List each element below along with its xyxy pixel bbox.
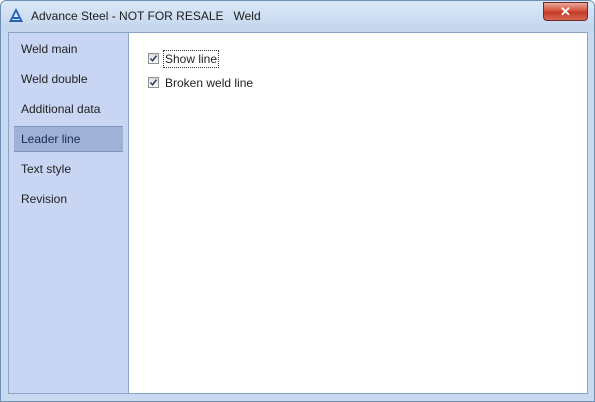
show-line-label[interactable]: Show line <box>162 50 220 68</box>
title-bar[interactable]: Advance Steel - NOT FOR RESALE Weld ✕ <box>1 1 594 31</box>
sidebar-nav: Weld main Weld double Additional data Le… <box>9 33 129 393</box>
advance-steel-logo-icon <box>8 7 24 23</box>
show-line-checkbox[interactable] <box>148 53 159 64</box>
sidebar-item-additional-data[interactable]: Additional data <box>14 96 123 122</box>
broken-weld-line-checkbox[interactable] <box>148 77 159 88</box>
checkmark-icon <box>149 55 158 63</box>
window-title: Advance Steel - NOT FOR RESALE Weld <box>31 9 261 23</box>
weld-dialog-window: Advance Steel - NOT FOR RESALE Weld ✕ We… <box>0 0 595 402</box>
sidebar-item-text-style[interactable]: Text style <box>14 156 123 182</box>
leader-line-panel: Show line Broken weld line <box>130 34 587 392</box>
broken-weld-line-label[interactable]: Broken weld line <box>164 75 254 91</box>
sidebar-item-leader-line[interactable]: Leader line <box>14 126 123 152</box>
sidebar-item-revision[interactable]: Revision <box>14 186 123 212</box>
sidebar-item-weld-main[interactable]: Weld main <box>14 36 123 62</box>
close-button[interactable]: ✕ <box>543 2 588 21</box>
sidebar-item-weld-double[interactable]: Weld double <box>14 66 123 92</box>
checkmark-icon <box>149 79 158 87</box>
dialog-frame: Weld main Weld double Additional data Le… <box>8 32 588 394</box>
close-icon: ✕ <box>560 4 571 19</box>
